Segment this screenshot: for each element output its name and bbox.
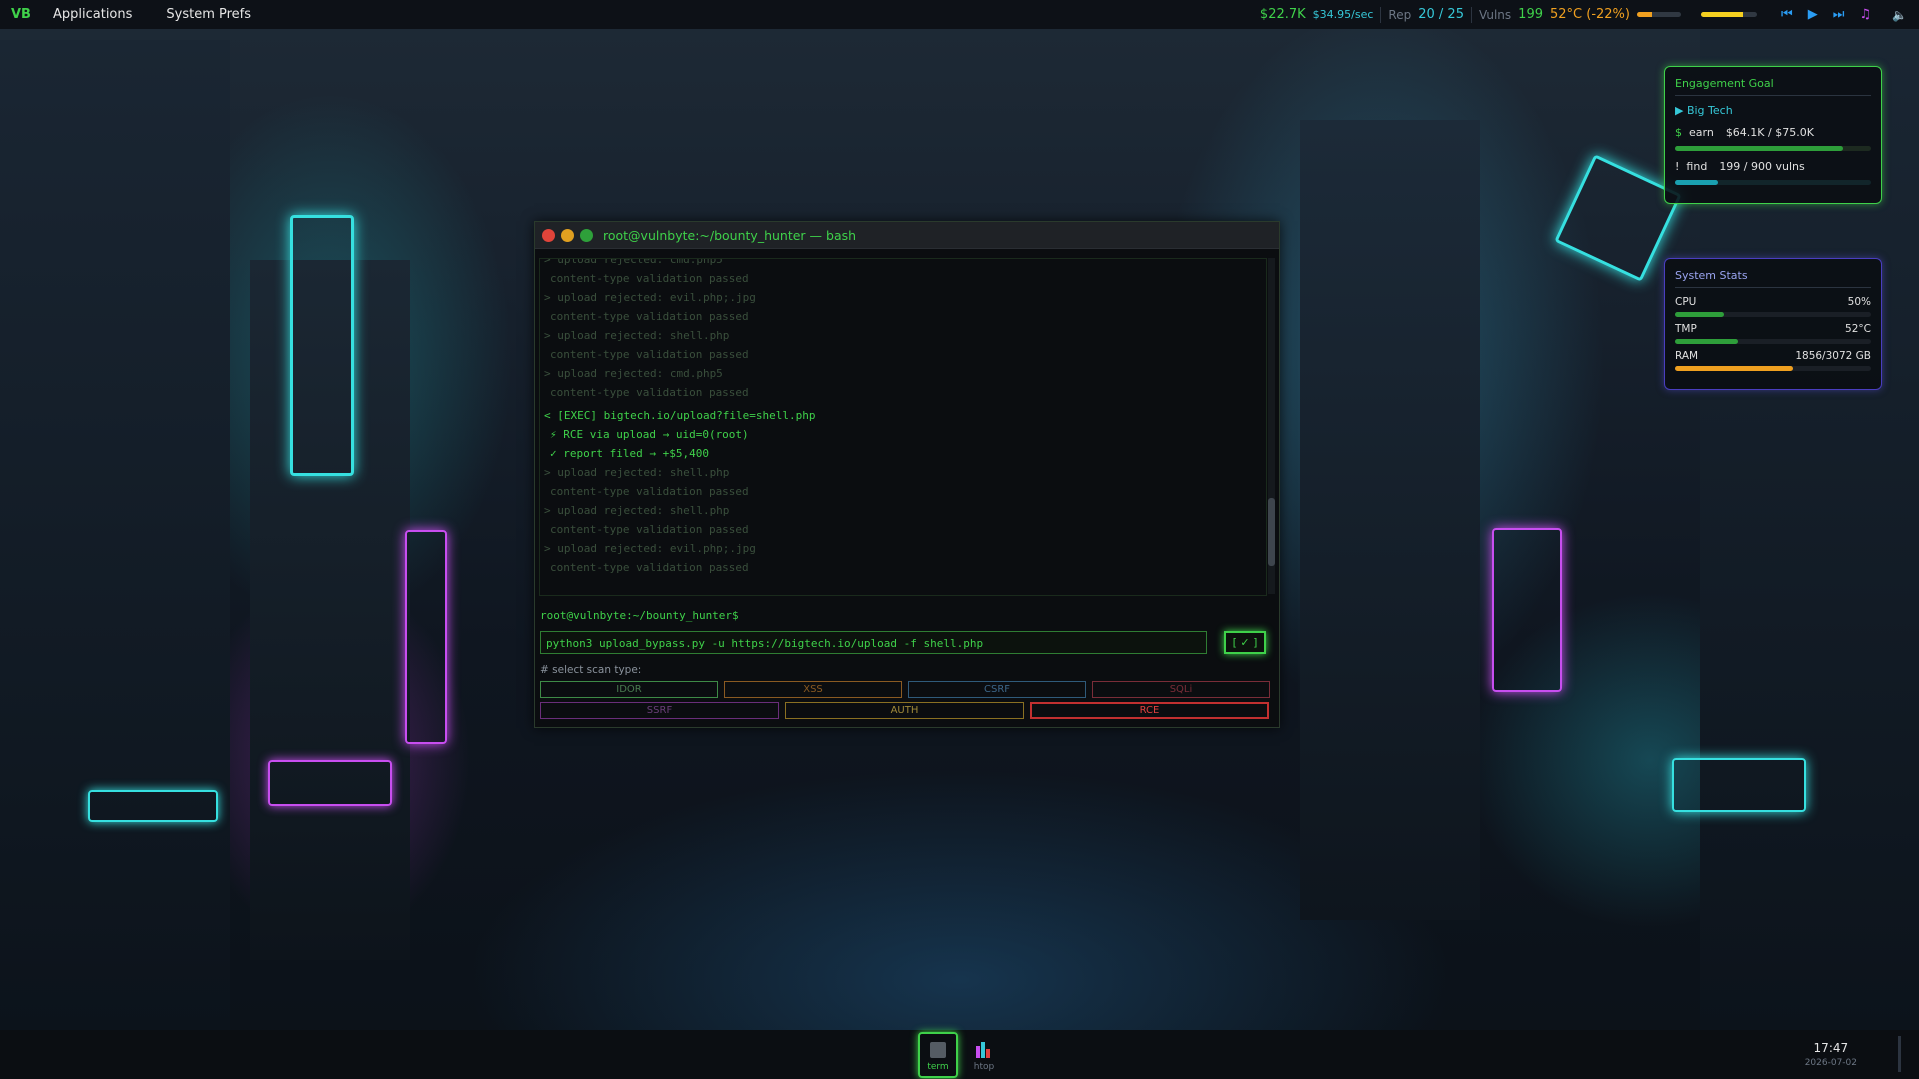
command-input[interactable]: python3 upload_bypass.py -u https://bigt… [540,631,1207,654]
scan-type-rce-button[interactable]: RCE [1030,702,1269,719]
menu-applications[interactable]: Applications [53,7,132,22]
dock-item-term[interactable]: term [918,1032,958,1078]
terminal-line: content-type validation passed [550,523,749,536]
terminal-line: > upload rejected: shell.php [544,329,730,342]
earn-value: $64.1K / $75.0K [1725,126,1814,139]
run-button[interactable]: [ ✓ ] [1224,631,1266,654]
terminal-line: content-type validation passed [550,272,749,285]
earn-row: $ earn $64.1K / $75.0K [1675,126,1871,139]
terminal-line: content-type validation passed [550,348,749,361]
scan-type-csrf-button[interactable]: CSRF [908,681,1086,698]
close-button[interactable] [542,228,555,242]
engagement-goal-widget: Engagement Goal ▶ Big Tech $ earn $64.1K… [1664,66,1882,204]
dock-label-term: term [927,1062,949,1072]
scan-type-label: # select scan type: [540,664,642,676]
dollar-icon: $ [1675,126,1682,139]
play-icon[interactable]: ▶ [1808,7,1818,22]
load-bar [1700,12,1757,17]
terminal-line: ⚡ RCE via upload → uid=0(root) [550,428,749,441]
scan-type-ssrf-button[interactable]: SSRF [540,702,779,719]
terminal-titlebar[interactable]: root@vulnbyte:~/bounty_hunter — bash [535,222,1279,249]
scan-type-xss-button[interactable]: XSS [724,681,902,698]
terminal-icon [930,1042,946,1058]
stat-bar [1675,312,1871,317]
terminal-line: > upload rejected: evil.php;.jpg [544,291,756,304]
clock-date: 2026-07-02 [1804,1058,1857,1068]
stat-bar [1675,366,1871,371]
music-icon[interactable]: ♫ [1859,7,1871,22]
system-stats-widget: System Stats CPU 50% TMP 52°C RAM 1856/3072 G… [1664,258,1882,390]
earn-progress [1675,146,1871,151]
stat-label: TMP [1675,323,1697,335]
stat-row-ram: RAM 1856/3072 GB [1675,350,1871,371]
scrollbar-thumb[interactable] [1268,498,1275,566]
shell-prompt: root@vulnbyte:~/bounty_hunter$ [540,609,739,622]
window-title: root@vulnbyte:~/bounty_hunter — bash [603,227,857,243]
terminal-line: content-type validation passed [550,561,749,574]
dock-label-htop: htop [973,1062,995,1072]
clock-time: 17:47 [1813,1041,1849,1055]
temp-bar [1636,12,1681,17]
terminal-line: content-type validation passed [550,386,749,399]
temp-value: 52°C (-22%) [1550,7,1630,22]
find-value: 199 / 900 vulns [1719,160,1805,173]
scan-type-idor-button[interactable]: IDOR [540,681,718,698]
dock-item-htop[interactable]: htop [966,1034,1002,1078]
find-label: find [1686,160,1708,173]
next-icon[interactable]: ⏭ [1833,7,1845,22]
stat-row-cpu: CPU 50% [1675,296,1871,317]
terminal-line: content-type validation passed [550,485,749,498]
terminal-scrollbar[interactable] [1268,258,1275,594]
vulns-value: 199 [1518,7,1543,22]
stat-value: 52°C [1845,323,1871,335]
find-progress [1675,180,1871,185]
money-value: $22.7K [1259,7,1306,22]
chart-icon [976,1042,992,1058]
top-panel: VB Applications System Prefs $22.7K $34.… [0,0,1919,29]
stat-bar [1675,339,1871,344]
terminal-line: > upload rejected: shell.php [544,504,730,517]
app-logo[interactable]: VB [11,7,31,22]
engagement-title: Engagement Goal [1675,77,1871,96]
clock[interactable]: 17:47 2026-07-02 [1805,1041,1857,1068]
alert-icon: ! [1675,160,1680,173]
rep-value: 20 / 25 [1418,7,1464,22]
stat-value: 1856/3072 GB [1795,350,1871,362]
maximize-button[interactable] [580,228,593,242]
terminal-line: > upload rejected: evil.php;.jpg [544,542,756,555]
status-area: $22.7K $34.95/sec Rep 20 / 25 Vulns 199 … [1260,0,1907,29]
earn-label: earn [1689,126,1714,139]
stat-value: 50% [1847,296,1871,308]
scan-type-sqli-button[interactable]: SQLi [1092,681,1270,698]
scan-type-auth-button[interactable]: AUTH [785,702,1024,719]
system-stats-title: System Stats [1675,269,1871,288]
terminal-line: > upload rejected: cmd.php5 [544,367,723,380]
terminal-line: > upload rejected: cmd.php5 [544,258,723,266]
vulns-label: Vulns [1478,7,1512,22]
rep-label: Rep [1388,7,1412,22]
money-rate: $34.95/sec [1312,8,1374,21]
find-row: ! find 199 / 900 vulns [1675,160,1871,173]
terminal-output[interactable]: > upload rejected: cmd.php5 content-type … [539,258,1267,596]
menu-system-prefs[interactable]: System Prefs [166,7,251,22]
dock [0,1030,1919,1079]
prev-icon[interactable]: ⏮ [1781,7,1793,22]
stat-label: CPU [1675,296,1697,308]
terminal-window: root@vulnbyte:~/bounty_hunter — bash > u… [534,221,1280,728]
stat-row-tmp: TMP 52°C [1675,323,1871,344]
minimize-button[interactable] [561,228,574,242]
dock-edge-handle[interactable] [1898,1036,1901,1072]
stat-label: RAM [1675,350,1699,362]
engagement-target[interactable]: ▶ Big Tech [1675,104,1871,117]
terminal-line: ✓ report filed → +$5,400 [550,447,709,460]
terminal-line: < [EXEC] bigtech.io/upload?file=shell.ph… [544,409,816,422]
terminal-line: content-type validation passed [550,310,749,323]
volume-icon[interactable]: 🔈 [1892,8,1907,22]
terminal-line: > upload rejected: shell.php [544,466,730,479]
